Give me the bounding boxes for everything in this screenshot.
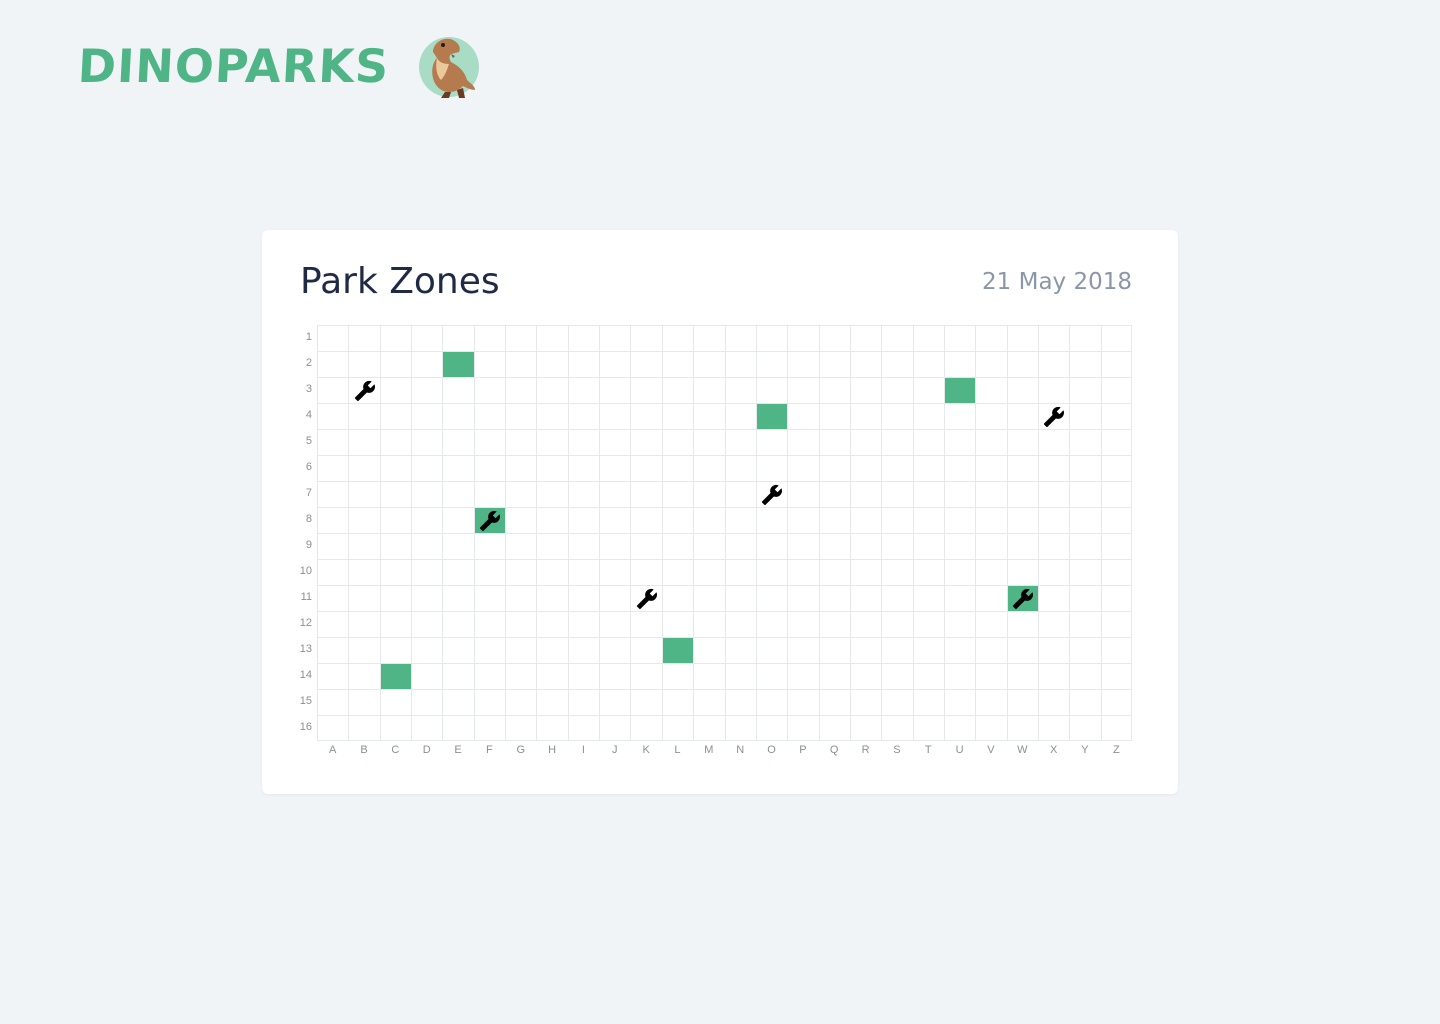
- zone-grid: [317, 325, 1132, 741]
- grid-line-horizontal: [318, 403, 1131, 404]
- row-label: 14: [299, 669, 312, 681]
- grid-line-horizontal: [318, 559, 1131, 560]
- app-header: DINOPARKS: [77, 32, 480, 100]
- grid-line-horizontal: [318, 481, 1131, 482]
- row-label: 11: [300, 591, 312, 603]
- zone-cell-u3[interactable]: [944, 378, 976, 403]
- grid-line-horizontal: [318, 663, 1131, 664]
- wrench-icon: [1012, 588, 1034, 610]
- column-label: N: [736, 744, 745, 756]
- zone-cell-b3[interactable]: [349, 378, 379, 403]
- row-label: 8: [305, 513, 312, 525]
- column-label: I: [581, 744, 585, 756]
- column-label: J: [612, 744, 618, 756]
- column-label: G: [516, 744, 526, 756]
- row-label: 13: [299, 643, 312, 655]
- brand-logo-text[interactable]: DINOPARKS: [77, 39, 391, 93]
- column-label: V: [987, 744, 995, 756]
- row-label: 10: [299, 565, 312, 577]
- row-label: 4: [305, 409, 312, 421]
- row-label: 7: [305, 487, 312, 499]
- column-label: H: [548, 744, 557, 756]
- grid-line-horizontal: [318, 377, 1131, 378]
- zone-cell-w11[interactable]: [1007, 586, 1038, 611]
- zone-cell-l13[interactable]: [662, 638, 694, 663]
- column-label: Z: [1112, 744, 1120, 756]
- row-label: 12: [299, 617, 312, 629]
- grid-line-horizontal: [318, 611, 1131, 612]
- row-label: 2: [305, 357, 312, 369]
- park-zones-card: Park Zones 21 May 2018 1 2 3 4 5 6 7 8 9 10 11 12 13…: [262, 230, 1178, 794]
- wrench-icon: [761, 484, 783, 506]
- card-title: Park Zones: [300, 261, 500, 302]
- grid-line-horizontal: [318, 689, 1131, 690]
- grid-line-horizontal: [318, 455, 1131, 456]
- row-label: 16: [299, 721, 312, 733]
- column-label: A: [329, 744, 337, 756]
- row-label: 1: [305, 331, 312, 343]
- row-label: 9: [305, 539, 312, 551]
- column-label: U: [955, 744, 964, 756]
- grid-line-horizontal: [318, 637, 1131, 638]
- column-label: S: [893, 744, 901, 756]
- column-label: E: [454, 744, 462, 756]
- column-label: X: [1049, 744, 1058, 756]
- zone-cell-e2[interactable]: [443, 352, 474, 377]
- row-label: 3: [305, 383, 312, 395]
- column-label: T: [924, 744, 932, 756]
- column-label: P: [799, 744, 807, 756]
- column-label: W: [1017, 744, 1028, 756]
- column-label: O: [767, 744, 776, 756]
- grid-line-horizontal: [318, 507, 1131, 508]
- column-label: L: [674, 744, 681, 756]
- zone-cell-x4[interactable]: [1039, 404, 1069, 429]
- column-label: B: [360, 744, 368, 756]
- grid-line-horizontal: [318, 715, 1131, 716]
- wrench-icon: [479, 510, 501, 532]
- grid-line-horizontal: [318, 429, 1131, 430]
- column-label: M: [704, 744, 714, 756]
- row-label: 6: [305, 461, 312, 473]
- zone-cell-o7[interactable]: [757, 482, 787, 507]
- column-label: Y: [1081, 744, 1089, 756]
- t-rex-logo-icon[interactable]: [415, 32, 480, 100]
- column-label: F: [486, 744, 493, 756]
- column-label: R: [861, 744, 870, 756]
- row-label: 15: [299, 695, 312, 707]
- grid-line-horizontal: [318, 533, 1131, 534]
- column-label: D: [422, 744, 431, 756]
- zone-cell-f8[interactable]: [474, 508, 506, 533]
- column-label: Q: [829, 744, 839, 756]
- column-label: C: [391, 744, 400, 756]
- row-label: 5: [305, 435, 312, 447]
- column-label: K: [642, 744, 650, 756]
- wrench-icon: [1043, 406, 1065, 428]
- grid-line-horizontal: [318, 351, 1131, 352]
- zone-cell-k11[interactable]: [631, 586, 661, 611]
- card-date: 21 May 2018: [982, 269, 1132, 295]
- wrench-icon: [354, 380, 376, 402]
- zone-cell-o4[interactable]: [756, 404, 788, 429]
- wrench-icon: [636, 588, 658, 610]
- zone-cell-c14[interactable]: [380, 664, 412, 689]
